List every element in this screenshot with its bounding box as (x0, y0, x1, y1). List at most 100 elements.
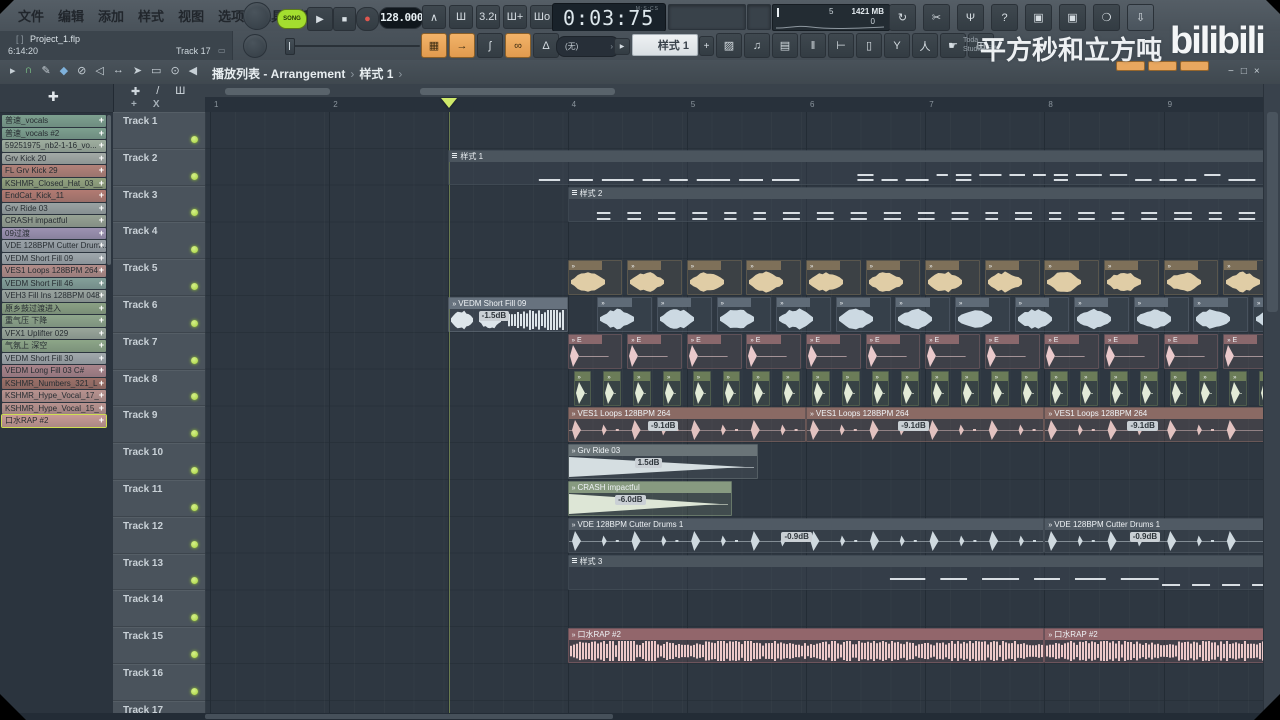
picker-item-15[interactable]: 原乡鼓过渡进入 + (2, 302, 106, 315)
link-icon[interactable]: ∞ (505, 33, 531, 58)
drag-handle-icon[interactable]: + (99, 165, 104, 177)
drag-handle-icon[interactable]: + (99, 228, 104, 240)
shuffle-slider-track[interactable] (285, 45, 420, 47)
track-led[interactable] (191, 393, 198, 401)
drag-handle-icon[interactable]: + (99, 390, 104, 402)
clip-VES1 Loops 128BPM 264-3[interactable]: » VES1 Loops 128BPM 264 -9.1dB (567, 407, 806, 443)
hit-clip-t7-8[interactable]: » E (1044, 333, 1100, 369)
drag-handle-icon[interactable]: + (99, 303, 104, 315)
track-led[interactable] (191, 172, 198, 180)
scroll-segment-2[interactable] (420, 88, 615, 95)
blend-notes-icon[interactable]: Шᴏ (530, 5, 554, 29)
hit-clip-t5-1[interactable]: » (627, 260, 683, 296)
master-pitch-knob[interactable] (243, 34, 267, 58)
hint-button-3[interactable] (1180, 61, 1209, 71)
picker-item-17[interactable]: VFX1 Uplifter 029 + (2, 327, 106, 340)
hit-clip-t7-0[interactable]: » E (567, 333, 623, 369)
hit-clip-t7-5[interactable]: » E (865, 333, 921, 369)
hit-clip-t8-12[interactable]: » (931, 370, 950, 406)
track-led[interactable] (191, 614, 198, 622)
picker-item-13[interactable]: VEDM Short Fill 46 + (2, 277, 106, 289)
clip-VDE 128BPM Cutter Drums 1-8[interactable]: » VDE 128BPM Cutter Drums 1 -0.9dB (567, 517, 1045, 553)
timeline-ruler[interactable]: 1 2 4 5 6 7 8 9 (205, 97, 1263, 113)
track-led[interactable] (191, 282, 198, 290)
cut-icon[interactable]: ✂ (923, 4, 950, 31)
drag-handle-icon[interactable]: + (99, 365, 104, 377)
clip-CRASH impactful-7[interactable]: » CRASH impactful -6.0dB (567, 481, 733, 516)
clip-样式 3-10[interactable]: 样式 3 (567, 554, 1263, 590)
bpm-display[interactable]: 128.000 (379, 7, 423, 29)
track-header-16[interactable]: Track 16 (113, 663, 205, 701)
track-led[interactable] (191, 209, 198, 217)
clip-VEDM Short Fill 09-2[interactable]: » VEDM Short Fill 09 -1.5dB (448, 297, 568, 332)
drag-handle-icon[interactable]: + (99, 203, 104, 215)
picker-item-18[interactable]: 气氛上 深空 + (2, 340, 106, 352)
select-tool-icon[interactable]: ▭ (151, 64, 161, 77)
hit-clip-t7-7[interactable]: » E (984, 333, 1040, 369)
picker-item-2[interactable]: 59251975_nb2-1-16_vo... + (2, 140, 106, 152)
track-led[interactable] (191, 577, 198, 585)
hit-clip-t6-1[interactable]: » (657, 297, 712, 332)
hit-clip-t7-1[interactable]: » E (627, 333, 683, 369)
horizontal-scroll-handle[interactable] (205, 714, 613, 719)
picker-item-21[interactable]: KSHMR_Numbers_321_L + (2, 377, 106, 389)
shuffle-slider-handle[interactable] (285, 38, 295, 55)
clip-口水RAP #2-11[interactable]: » 口水RAP #2 (567, 628, 1045, 664)
drag-handle-icon[interactable]: + (99, 265, 104, 277)
playlist-panel-icon[interactable]: ▨ (716, 33, 742, 58)
hit-clip-t7-6[interactable]: » E (925, 333, 981, 369)
countdown-icon[interactable]: 3.2ι (476, 5, 500, 29)
hit-clip-t6-7[interactable]: » (1014, 297, 1070, 332)
picker-item-1[interactable]: 普速_vocals #2 + (2, 127, 106, 139)
hit-clip-t6-11[interactable]: » (1253, 297, 1263, 332)
export-icon[interactable]: ⇩ (1127, 4, 1154, 31)
hit-clip-t6-0[interactable]: » (597, 297, 653, 332)
drag-handle-icon[interactable]: + (99, 178, 104, 190)
save-icon[interactable]: ▣ (1025, 4, 1052, 31)
brush-tool-icon[interactable]: Ш (175, 85, 185, 98)
hit-clip-t8-17[interactable]: » (1080, 370, 1099, 406)
hit-clip-t6-3[interactable]: » (776, 297, 832, 332)
track-led[interactable] (191, 650, 198, 658)
picker-item-20[interactable]: VEDM Long Fill 03 C# + (2, 365, 106, 377)
hit-clip-t8-20[interactable]: » (1169, 370, 1188, 406)
hint-button-1[interactable] (1116, 61, 1145, 71)
record-button[interactable]: ● (356, 7, 379, 31)
hit-clip-t5-3[interactable]: » (746, 260, 802, 296)
track-header-5[interactable]: Track 5 (113, 259, 205, 296)
drag-handle-icon[interactable]: + (99, 240, 104, 252)
track-led[interactable] (191, 430, 198, 438)
horizontal-scrollbar[interactable] (0, 713, 1280, 720)
hit-clip-t6-10[interactable]: » (1193, 297, 1249, 332)
track-header-15[interactable]: Track 15 (113, 627, 205, 664)
menu-item-0[interactable]: 文件 (18, 6, 44, 25)
hit-clip-t8-19[interactable]: » (1139, 370, 1158, 406)
hit-clip-t8-7[interactable]: » (782, 370, 801, 406)
close-tracks-button[interactable]: X (153, 99, 160, 110)
track-header-7[interactable]: Track 7 (113, 332, 205, 370)
picker-item-12[interactable]: VES1 Loops 128BPM 264 + (2, 265, 106, 277)
record-audio-icon[interactable]: Ψ (957, 4, 984, 31)
slide-tool-icon[interactable]: ✎ (41, 64, 50, 77)
vertical-scrollbar[interactable] (1263, 84, 1280, 713)
drag-handle-icon[interactable]: + (99, 328, 104, 340)
menu-item-2[interactable]: 添加 (98, 6, 124, 25)
picker-item-3[interactable]: Grv Kick 20 + (2, 152, 106, 164)
step-edit-icon[interactable]: → (449, 33, 475, 58)
minimize-button[interactable]: − (1228, 66, 1234, 77)
cpu-memory-panel[interactable]: 5 1421 MB 0 (772, 4, 890, 31)
menu-item-5[interactable]: 选项 (218, 6, 244, 25)
preview-icon[interactable]: ◀ (189, 64, 197, 77)
hit-clip-t8-9[interactable]: » (841, 370, 860, 406)
drag-handle-icon[interactable]: + (99, 140, 104, 152)
wait-icon[interactable]: Ш (449, 5, 473, 29)
hit-clip-t8-14[interactable]: » (990, 370, 1009, 406)
hit-clip-t6-6[interactable]: » (955, 297, 1010, 332)
picker-item-4[interactable]: FL Grv Kick 29 + (2, 165, 106, 177)
hit-clip-t7-4[interactable]: » E (806, 333, 861, 369)
drag-handle-icon[interactable]: + (99, 315, 104, 327)
close-button[interactable]: × (1254, 66, 1260, 77)
add-track-button[interactable]: + (131, 99, 137, 110)
pencil-tool-icon[interactable]: / (156, 85, 159, 98)
playlist-titlebar[interactable]: ▸ ∩ ✎ ◆ ⊘ ◁ ↔ ➤ ▭ ⊙ ◀ 播放列表 - Arrangement › 样式 1 › (0, 60, 1280, 85)
